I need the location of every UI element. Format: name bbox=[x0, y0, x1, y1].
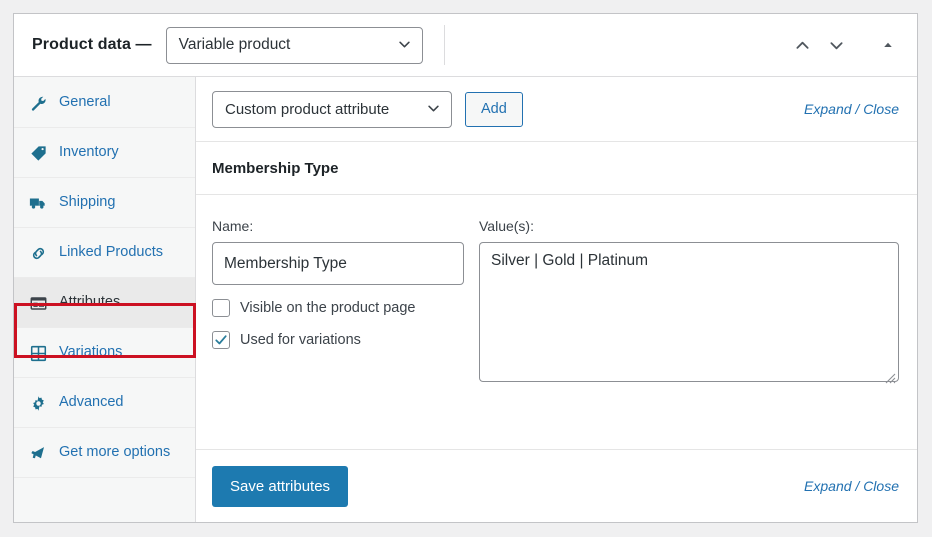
used-for-variations-checkbox[interactable] bbox=[212, 331, 230, 349]
megaphone-icon bbox=[28, 443, 48, 463]
panel-header: Product data — Variable product bbox=[14, 14, 917, 77]
attributes-footer: Save attributes Expand / Close bbox=[196, 449, 917, 522]
tag-icon bbox=[28, 143, 48, 163]
expand-close-link-top[interactable]: Expand / Close bbox=[804, 101, 899, 117]
sidebar-item-inventory[interactable]: Inventory bbox=[14, 128, 195, 178]
page-title: Product data — bbox=[32, 36, 152, 54]
sidebar-item-shipping[interactable]: Shipping bbox=[14, 178, 195, 228]
sidebar-item-label: Get more options bbox=[59, 442, 170, 463]
sidebar-item-get-more-options[interactable]: Get more options bbox=[14, 428, 195, 478]
attribute-values-textarea[interactable] bbox=[479, 242, 899, 382]
attribute-name-input[interactable] bbox=[212, 242, 464, 285]
sidebar-item-attributes[interactable]: Attributes bbox=[14, 278, 195, 328]
attribute-type-select[interactable]: Custom product attribute bbox=[212, 91, 452, 128]
sidebar-item-label: General bbox=[59, 92, 111, 113]
chevron-down-icon bbox=[428, 103, 439, 114]
visible-on-product-page-row[interactable]: Visible on the product page bbox=[212, 299, 464, 317]
header-divider bbox=[444, 25, 445, 65]
attribute-values-column: Value(s): bbox=[479, 218, 899, 387]
truck-icon bbox=[28, 193, 48, 213]
product-type-select[interactable]: Variable product bbox=[166, 27, 423, 64]
attribute-type-value: Custom product attribute bbox=[225, 101, 389, 118]
visible-on-product-page-label: Visible on the product page bbox=[240, 300, 415, 316]
sidebar-item-general[interactable]: General bbox=[14, 78, 195, 128]
checkmark-icon bbox=[214, 333, 228, 347]
grid-icon bbox=[28, 343, 48, 363]
attribute-values-wrap bbox=[479, 242, 899, 387]
used-for-variations-label: Used for variations bbox=[240, 332, 361, 348]
sidebar-item-label: Variations bbox=[59, 342, 122, 363]
attributes-content: Custom product attribute Add Expand / Cl… bbox=[196, 77, 917, 522]
sidebar-item-label: Linked Products bbox=[59, 242, 163, 263]
sidebar-item-linked-products[interactable]: Linked Products bbox=[14, 228, 195, 278]
used-for-variations-row[interactable]: Used for variations bbox=[212, 331, 464, 349]
add-attribute-button[interactable]: Add bbox=[465, 92, 523, 127]
gear-icon bbox=[28, 393, 48, 413]
attribute-values-label: Value(s): bbox=[479, 218, 899, 234]
visible-on-product-page-checkbox[interactable] bbox=[212, 299, 230, 317]
move-down-button[interactable] bbox=[821, 30, 851, 60]
sidebar-item-variations[interactable]: Variations bbox=[14, 328, 195, 378]
product-data-panel: Product data — Variable product bbox=[13, 13, 918, 523]
sidebar-item-label: Inventory bbox=[59, 142, 119, 163]
link-icon bbox=[28, 243, 48, 263]
attribute-heading: Membership Type bbox=[212, 160, 338, 177]
expand-close-link-bottom[interactable]: Expand / Close bbox=[804, 478, 899, 494]
attribute-fields: Name: Visible on the product page Used f… bbox=[196, 195, 917, 387]
product-type-value: Variable product bbox=[179, 36, 291, 54]
toggle-panel-button[interactable] bbox=[873, 30, 903, 60]
attribute-name-column: Name: Visible on the product page Used f… bbox=[212, 218, 464, 387]
attributes-icon bbox=[28, 293, 48, 313]
sidebar-item-label: Attributes bbox=[59, 292, 120, 313]
sidebar-item-label: Shipping bbox=[59, 192, 115, 213]
attribute-name-label: Name: bbox=[212, 218, 464, 234]
chevron-down-icon bbox=[399, 39, 410, 50]
sidebar-item-advanced[interactable]: Advanced bbox=[14, 378, 195, 428]
save-attributes-button[interactable]: Save attributes bbox=[212, 466, 348, 507]
attribute-heading-row[interactable]: Membership Type bbox=[196, 142, 917, 195]
panel-body: General Inventory Shipping Linked Produc… bbox=[14, 77, 917, 522]
move-up-button[interactable] bbox=[787, 30, 817, 60]
product-data-tabs: General Inventory Shipping Linked Produc… bbox=[14, 77, 196, 522]
attributes-toolbar: Custom product attribute Add Expand / Cl… bbox=[196, 77, 917, 142]
wrench-icon bbox=[28, 93, 48, 113]
sidebar-item-label: Advanced bbox=[59, 392, 124, 413]
